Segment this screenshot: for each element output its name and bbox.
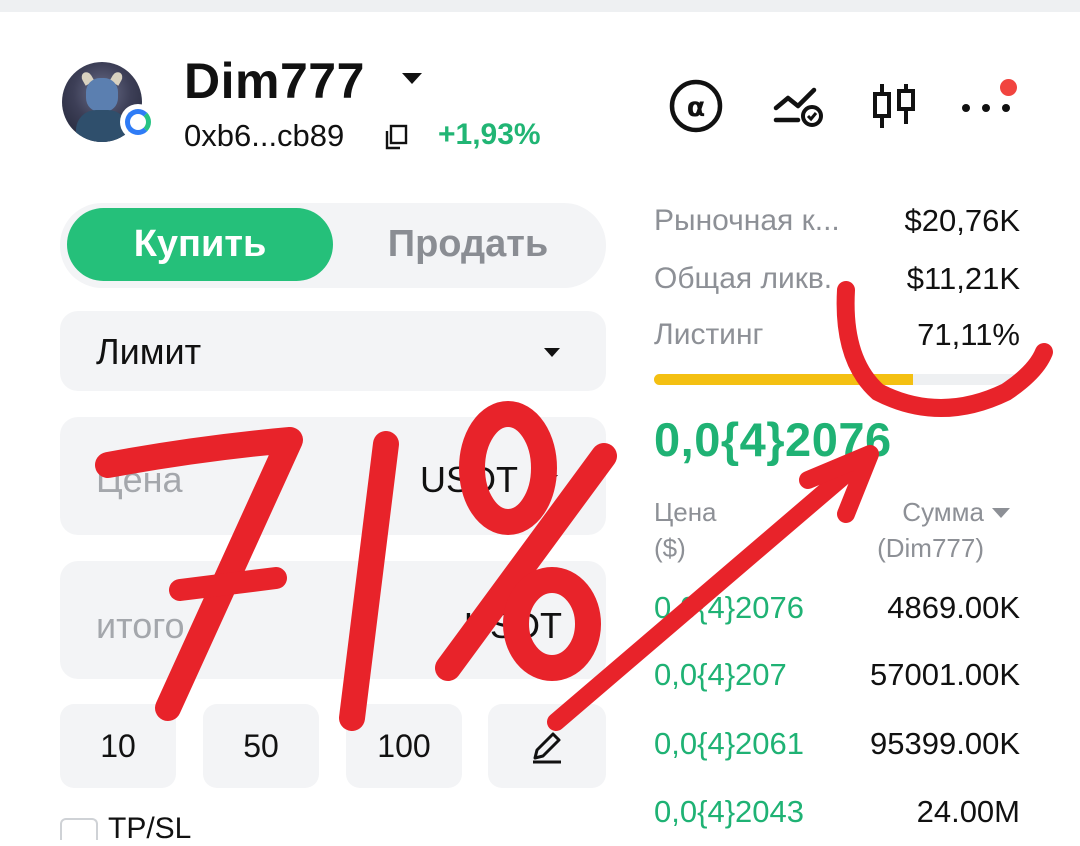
price-change: +1,93% <box>438 118 541 151</box>
total-placeholder: итого <box>96 605 185 646</box>
top-divider <box>0 0 1080 12</box>
price-header-line2: ($) <box>654 533 686 563</box>
liquidity-label: Общая ликв. <box>654 262 833 295</box>
orderbook-amount-header[interactable]: Сумма <box>902 494 984 530</box>
listing-value: 71,11% <box>917 317 1020 352</box>
listing-progress-bar <box>654 374 1018 385</box>
total-currency: USDT <box>464 605 562 646</box>
order-type-select[interactable]: Лимит <box>60 311 606 391</box>
price-header-line1: Цена <box>654 497 717 527</box>
quick-amount-100[interactable]: 100 <box>346 704 462 788</box>
total-input[interactable]: итого USDT <box>60 561 606 679</box>
orderbook-row-price[interactable]: 0,0{4}2061 <box>654 726 804 762</box>
orderbook-row-amount: 57001.00K <box>870 657 1020 692</box>
chain-badge-icon <box>120 104 156 140</box>
orderbook-row-price[interactable]: 0,0{4}207 <box>654 657 787 693</box>
current-price: 0,0{4}2076 <box>654 413 892 466</box>
copy-icon[interactable] <box>384 124 408 150</box>
quick-amount-50[interactable]: 50 <box>203 704 319 788</box>
price-input[interactable]: Цена USDT <box>60 417 606 535</box>
orderbook-row-amount: 4869.00K <box>887 590 1020 625</box>
orderbook-row-price[interactable]: 0,0{4}2076 <box>654 590 804 626</box>
edit-amounts-button[interactable] <box>488 704 606 788</box>
tpsl-checkbox[interactable] <box>60 818 98 840</box>
sort-chevron-icon[interactable] <box>992 508 1010 518</box>
price-alert-icon[interactable] <box>772 78 828 134</box>
candlestick-icon[interactable] <box>866 78 922 134</box>
alpha-icon[interactable]: α <box>668 78 724 134</box>
amount-header-line1: Сумма <box>902 497 984 527</box>
tab-sell[interactable]: Продать <box>335 208 601 281</box>
token-name[interactable]: Dim777 <box>184 52 365 110</box>
token-switch-chevron-icon[interactable] <box>402 73 422 84</box>
chevron-down-icon <box>542 475 558 484</box>
listing-progress-fill <box>654 374 913 385</box>
pencil-icon <box>533 732 561 764</box>
contract-address: 0xb6...cb89 <box>184 118 345 153</box>
orderbook-row-amount: 95399.00K <box>870 726 1020 761</box>
market-cap-label: Рыночная к... <box>654 204 840 237</box>
market-cap-value: $20,76K <box>904 203 1021 238</box>
tpsl-label: TP/SL <box>108 812 192 845</box>
price-placeholder: Цена <box>96 459 183 500</box>
quick-amount-10[interactable]: 10 <box>60 704 176 788</box>
listing-label: Листинг <box>654 318 764 351</box>
tab-buy[interactable]: Купить <box>67 208 333 281</box>
orderbook-price-header: Цена ($) <box>654 494 717 566</box>
order-type-value: Лимит <box>96 331 202 372</box>
chevron-down-icon <box>544 348 560 357</box>
svg-text:α: α <box>687 92 706 123</box>
notification-dot <box>1000 79 1017 96</box>
price-currency-select[interactable]: USDT <box>420 459 518 501</box>
liquidity-value: $11,21K <box>906 261 1020 296</box>
amount-header-line2: (Dim777) <box>877 533 984 563</box>
